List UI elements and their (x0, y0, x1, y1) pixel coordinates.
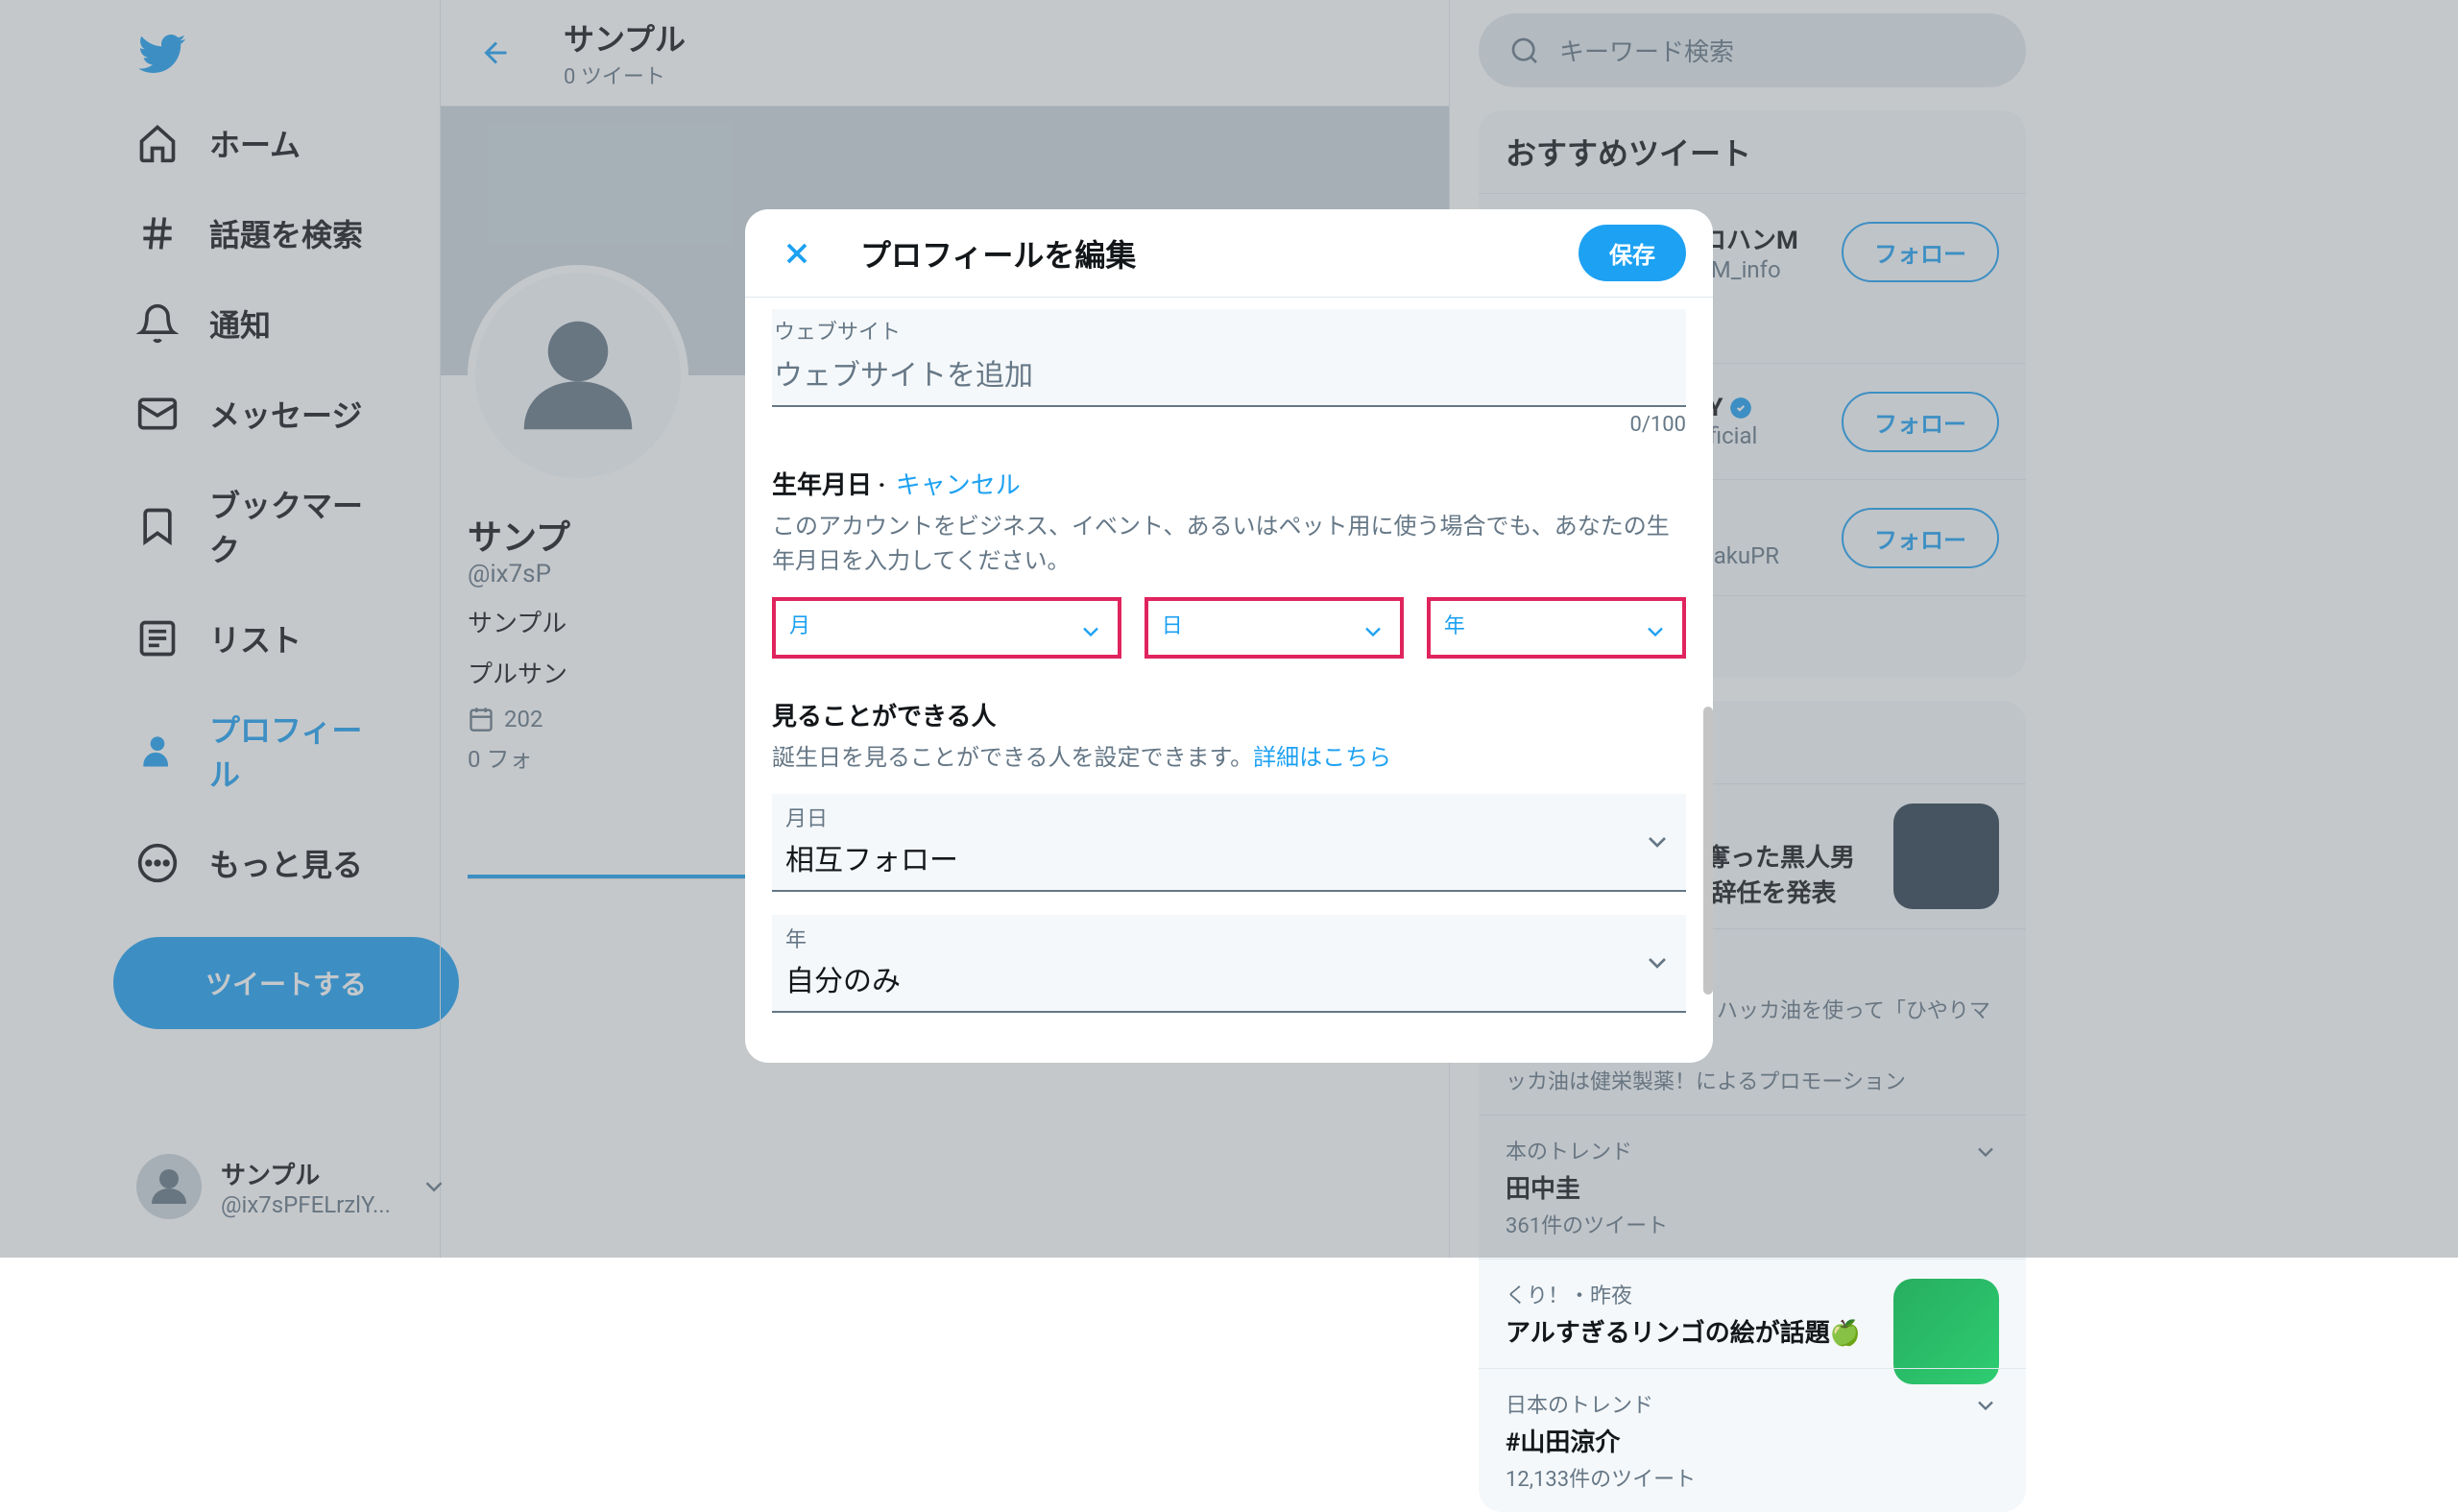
day-select[interactable]: 日 (1145, 597, 1404, 659)
visibility-section-label: 見ることができる人 (772, 697, 1686, 732)
details-link[interactable]: 詳細はこちら (1253, 744, 1391, 771)
cancel-link[interactable]: キャンセル (896, 471, 1021, 500)
chevron-down-icon (1642, 948, 1673, 978)
trend-item[interactable]: くり！・昨夜 アルすぎるリンゴの絵が話題🍏 (1479, 1259, 2026, 1368)
modal-title: プロフィールを編集 (860, 231, 1578, 276)
chevron-down-icon (1642, 827, 1673, 857)
visibility-desc: 誕生日を見ることができる人を設定できます。詳細はこちら (772, 740, 1686, 775)
modal-body: ウェブサイト ウェブサイトを追加 0/100 生年月日 · キャンセル このアカ… (745, 298, 1713, 1063)
chevron-down-icon (1360, 618, 1386, 645)
month-select[interactable]: 月 (772, 597, 1121, 659)
chevron-down-icon (1077, 618, 1104, 645)
birthdate-section-label: 生年月日 · キャンセル (772, 466, 1686, 501)
char-counter: 0/100 (772, 413, 1686, 437)
birthdate-desc: このアカウントをビジネス、イベント、あるいはペット用に使う場合でも、あなたの生年… (772, 509, 1686, 578)
scrollbar[interactable] (1703, 707, 1713, 995)
modal-header: プロフィールを編集 保存 (745, 209, 1713, 298)
save-button[interactable]: 保存 (1578, 225, 1686, 281)
website-field[interactable]: ウェブサイト ウェブサイトを追加 (772, 309, 1686, 407)
close-button[interactable] (772, 228, 822, 278)
monthday-visibility-select[interactable]: 月日 相互フォロー (772, 794, 1686, 892)
chevron-down-icon[interactable] (1972, 1392, 1999, 1419)
edit-profile-modal: プロフィールを編集 保存 ウェブサイト ウェブサイトを追加 0/100 生年月日… (745, 209, 1713, 1063)
modal-overlay[interactable]: プロフィールを編集 保存 ウェブサイト ウェブサイトを追加 0/100 生年月日… (0, 0, 2458, 1258)
year-select[interactable]: 年 (1427, 597, 1686, 659)
birthdate-selects: 月 日 年 (772, 597, 1686, 659)
year-visibility-select[interactable]: 年 自分のみ (772, 915, 1686, 1013)
trend-item[interactable]: 日本のトレンド #山田涼介 12,133件のツイート (1479, 1368, 2026, 1512)
chevron-down-icon (1642, 618, 1669, 645)
